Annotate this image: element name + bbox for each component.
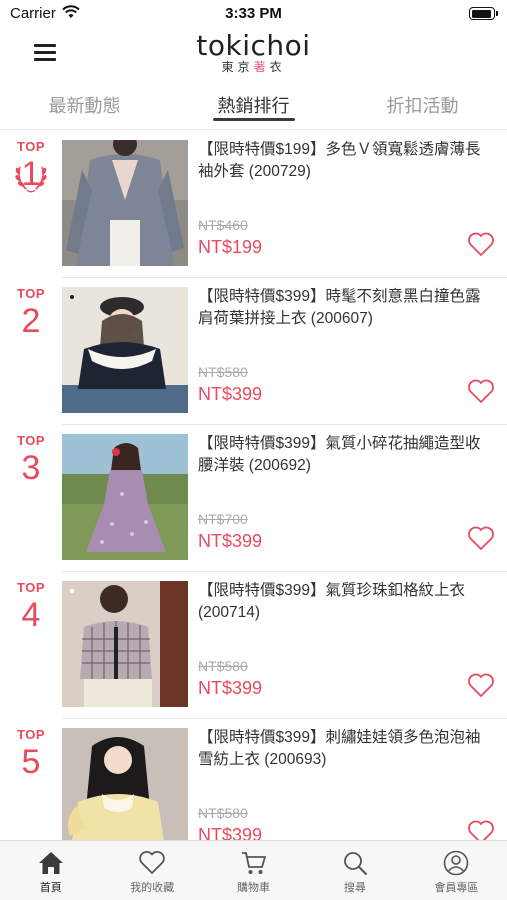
bestseller-list: TOP 1 【限時特價$199】多色Ｖ領寬鬆透膚薄長袖外套 (200729) N… [0,131,507,840]
favorite-heart-icon[interactable] [467,819,495,840]
original-price: NT$580 [198,364,248,380]
status-bar: Carrier 3:33 PM [0,0,507,28]
tab-latest[interactable]: 最新動態 [0,84,169,129]
tab-bestseller[interactable]: 熱銷排行 [169,84,338,129]
nav-favorites[interactable]: 我的收藏 [101,841,202,900]
sale-price: NT$399 [198,531,263,551]
rank-badge: TOP 4 [0,580,62,633]
bottom-tab-bar: 首頁 我的收藏 購物車 搜尋 會員專區 [0,840,507,900]
original-price: NT$700 [198,511,248,527]
nav-member[interactable]: 會員專區 [406,841,507,900]
product-title[interactable]: 【限時特價$399】刺繡娃娃領多色泡泡袖雪紡上衣 (200693) [198,727,495,771]
product-image[interactable] [62,728,188,840]
list-item[interactable]: TOP 1 【限時特價$199】多色Ｖ領寬鬆透膚薄長袖外套 (200729) N… [0,131,507,278]
brand-logo: tokichoi 東京著衣 [0,29,507,75]
original-price: NT$580 [198,658,248,674]
list-item[interactable]: TOP 2 【限時特價$399】時髦不刻意黑白撞色露肩荷葉拼接上衣 (20060… [0,278,507,425]
favorite-heart-icon[interactable] [467,378,495,404]
original-price: NT$580 [198,805,248,821]
nav-search[interactable]: 搜尋 [304,841,405,900]
list-item[interactable]: TOP 3 【限時特價$399】氣質小碎花抽繩造型收腰洋裝 (200692) N… [0,425,507,572]
sale-price: NT$399 [198,825,263,840]
rank-number: 2 [21,302,41,340]
product-image[interactable] [62,140,188,266]
list-item[interactable]: TOP 5 【限時特價$399】刺繡娃娃領多色泡泡袖雪紡上衣 (200693) … [0,719,507,840]
logo-subtitle: 東京著衣 [221,60,286,74]
rank-number: 5 [21,743,41,781]
cart-icon [203,849,304,877]
home-icon [0,849,101,877]
sale-price: NT$199 [198,237,263,257]
tab-discount[interactable]: 折扣活動 [338,84,507,129]
product-title[interactable]: 【限時特價$199】多色Ｖ領寬鬆透膚薄長袖外套 (200729) [198,139,495,183]
laurel-icon [15,166,47,193]
product-title[interactable]: 【限時特價$399】氣質珍珠釦格紋上衣 (200714) [198,580,495,624]
product-title[interactable]: 【限時特價$399】氣質小碎花抽繩造型收腰洋裝 (200692) [198,433,495,477]
sale-price: NT$399 [198,384,263,404]
rank-number: 3 [21,449,41,487]
user-icon [406,849,507,877]
app-header: tokichoi 東京著衣 [0,28,507,78]
list-item[interactable]: TOP 4 【限時特價$399】氣質珍珠釦格紋上衣 (200714) NT$58… [0,572,507,719]
heart-icon [101,849,202,877]
rank-badge: TOP 3 [0,433,62,486]
search-icon [304,849,405,877]
nav-home[interactable]: 首頁 [0,841,101,900]
favorite-heart-icon[interactable] [467,525,495,551]
product-image[interactable] [62,581,188,707]
rank-badge: TOP 2 [0,286,62,339]
rank-badge: TOP 5 [0,727,62,780]
product-image[interactable] [62,287,188,413]
active-tab-indicator [212,118,295,121]
category-tabs: 最新動態 熱銷排行 折扣活動 [0,84,507,130]
favorite-heart-icon[interactable] [467,231,495,257]
battery-icon [469,7,498,20]
product-title[interactable]: 【限時特價$399】時髦不刻意黑白撞色露肩荷葉拼接上衣 (200607) [198,286,495,330]
rank-number: 4 [21,596,41,634]
original-price: NT$460 [198,217,248,233]
sale-price: NT$399 [198,678,263,698]
nav-cart[interactable]: 購物車 [203,841,304,900]
status-time: 3:33 PM [225,5,282,22]
product-image[interactable] [62,434,188,560]
favorite-heart-icon[interactable] [467,672,495,698]
battery-level [471,9,491,18]
